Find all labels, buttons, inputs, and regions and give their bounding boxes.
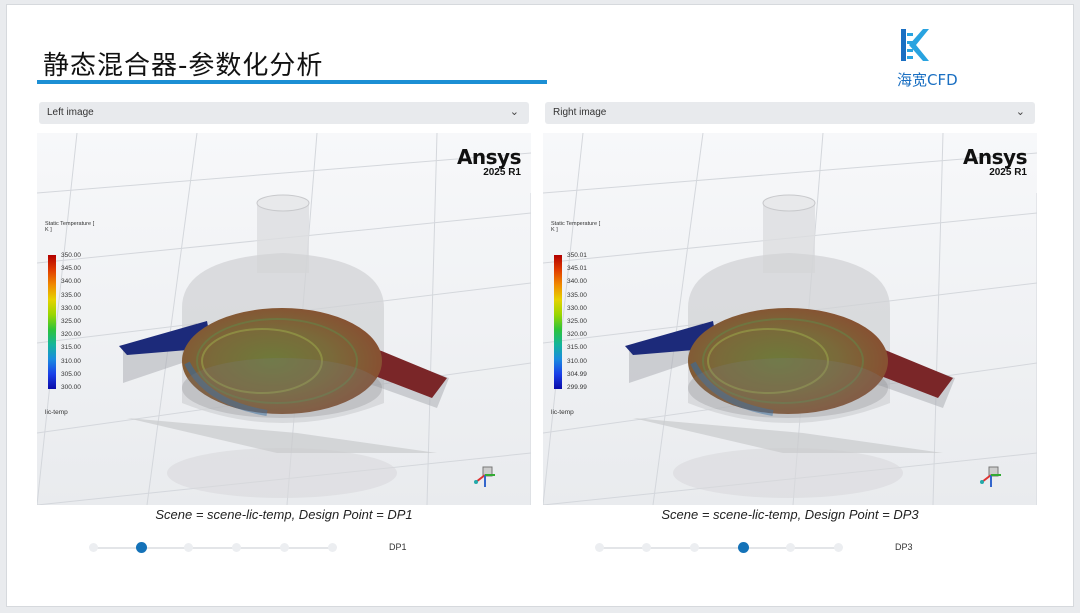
legend-tick: 330.00: [61, 304, 81, 312]
left-panel: Left image ⌄ Ansys 2025 R1 Static Temper…: [37, 102, 531, 572]
legend-title: Static Temperature [ K ]: [45, 221, 95, 233]
legend-tick: 310.00: [61, 357, 81, 365]
left-image-select[interactable]: Left image ⌄: [39, 102, 529, 124]
mixer-render: [543, 133, 1037, 505]
legend-tick: 325.00: [61, 317, 81, 325]
legend-name: lic-temp: [45, 409, 68, 416]
mixer-render: [37, 133, 531, 505]
left-render-view: Ansys 2025 R1 Static Temperature [ K ] 3…: [37, 133, 531, 505]
title-underline: [37, 80, 547, 84]
legend-tick: 335.00: [61, 291, 81, 299]
color-bar: [48, 255, 56, 389]
legend-title: Static Temperature [ K ]: [551, 221, 601, 233]
slider-stop[interactable]: [328, 543, 337, 552]
ansys-brand: Ansys 2025 R1: [456, 145, 522, 178]
page-title: 静态混合器-参数化分析: [43, 51, 324, 81]
legend-tick: 315.00: [567, 344, 587, 352]
legend-tick: 340.00: [567, 278, 587, 286]
design-point-slider[interactable]: [595, 542, 843, 554]
legend-tick: 300.00: [61, 383, 81, 391]
slider-handle[interactable]: [738, 542, 749, 553]
design-point-label: DP3: [895, 542, 913, 552]
axis-triad-icon[interactable]: [979, 463, 1005, 489]
legend-tick: 340.00: [61, 278, 81, 286]
legend-tick: 315.00: [61, 344, 81, 352]
scene-caption: Scene = scene-lic-temp, Design Point = D…: [661, 507, 919, 522]
right-image-select[interactable]: Right image ⌄: [545, 102, 1035, 124]
logo-icon: [901, 29, 929, 61]
legend-tick: 310.00: [567, 357, 587, 365]
slider-stop[interactable]: [690, 543, 699, 552]
company-logo: 海宽CFD: [897, 25, 977, 91]
legend-tick: 299.99: [567, 383, 587, 391]
brand-name: Ansys: [456, 145, 522, 169]
legend-tick: 304.99: [567, 370, 587, 378]
legend-tick: 330.00: [567, 304, 587, 312]
slider-stop[interactable]: [834, 543, 843, 552]
right-panel: Right image ⌄ Ansys 2025 R1 Static Tempe…: [543, 102, 1037, 572]
axis-triad-icon[interactable]: [473, 463, 499, 489]
slider-stop[interactable]: [280, 543, 289, 552]
color-bar: [554, 255, 562, 389]
slider-track: [599, 547, 839, 549]
legend-tick: 350.00: [61, 252, 81, 259]
slider-stop[interactable]: [642, 543, 651, 552]
right-render-view: Ansys 2025 R1 Static Temperature [ K ] 3…: [543, 133, 1037, 505]
slider-stop[interactable]: [595, 543, 604, 552]
select-label: Left image: [47, 107, 94, 118]
ansys-brand: Ansys 2025 R1: [962, 145, 1028, 178]
legend-ticks: 350.01 345.01 340.00 335.00 330.00 325.0…: [567, 252, 587, 397]
legend-tick: 335.00: [567, 291, 587, 299]
select-label: Right image: [553, 107, 607, 118]
legend-tick: 305.00: [61, 370, 81, 378]
legend-tick: 345.00: [61, 265, 81, 273]
slider-track: [93, 547, 333, 549]
legend-tick: 350.01: [567, 252, 587, 259]
slider-handle[interactable]: [136, 542, 147, 553]
chevron-down-icon: ⌄: [509, 106, 519, 118]
legend-tick: 325.00: [567, 317, 587, 325]
logo-text: 海宽CFD: [897, 71, 958, 89]
brand-name: Ansys: [962, 145, 1028, 169]
slider-stop[interactable]: [232, 543, 241, 552]
slider-stop[interactable]: [786, 543, 795, 552]
legend-ticks: 350.00 345.00 340.00 335.00 330.00 325.0…: [61, 252, 81, 397]
slider-stop[interactable]: [184, 543, 193, 552]
legend-tick: 345.01: [567, 265, 587, 273]
legend-name: lic-temp: [551, 409, 574, 416]
legend-tick: 320.00: [567, 331, 587, 339]
legend-tick: 320.00: [61, 331, 81, 339]
design-point-slider[interactable]: [89, 542, 337, 554]
chevron-down-icon: ⌄: [1015, 106, 1025, 118]
scene-caption: Scene = scene-lic-temp, Design Point = D…: [155, 507, 413, 522]
design-point-label: DP1: [389, 542, 407, 552]
slider-stop[interactable]: [89, 543, 98, 552]
